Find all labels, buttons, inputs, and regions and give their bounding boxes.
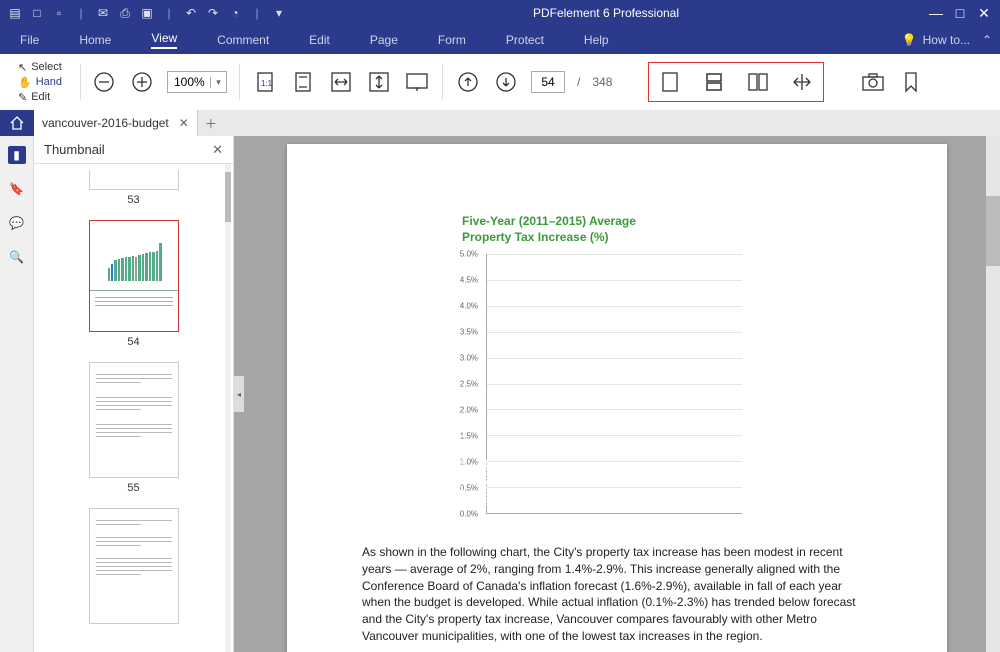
svg-text:1:1: 1:1 <box>261 79 273 88</box>
fit-width-button[interactable] <box>328 69 354 95</box>
body-paragraph: As shown in the following chart, the Cit… <box>362 544 872 645</box>
thumbnail-panel: Thumbnail ✕ 53 54 55 <box>34 136 234 652</box>
mail-icon[interactable]: ✉ <box>96 6 110 20</box>
thumbnail-title: Thumbnail <box>44 142 105 157</box>
menu-protect[interactable]: Protect <box>506 33 544 47</box>
zoom-input[interactable] <box>168 75 210 89</box>
edit-tool[interactable]: ✎Edit <box>18 91 80 104</box>
document-tab[interactable]: vancouver-2016-budget ✕ <box>34 110 198 136</box>
menu-view[interactable]: View <box>151 31 177 49</box>
save-icon[interactable]: ▣ <box>140 6 154 20</box>
more-icon[interactable]: ▾ <box>272 6 286 20</box>
menu-file[interactable]: File <box>20 33 39 47</box>
hand-icon: ✋ <box>18 76 32 89</box>
undo-icon[interactable]: ↶ <box>184 6 198 20</box>
maximize-icon[interactable]: □ <box>950 5 970 22</box>
viewer-scrollbar[interactable] <box>986 136 1000 652</box>
chart-title-2: Property Tax Increase (%) <box>462 230 872 244</box>
title-bar: ▤ □ ▫ | ✉ ⎙ ▣ | ↶ ↷ ◔ | ▾ PDFelement 6 P… <box>0 0 1000 26</box>
left-sidebar: ▮ 🔖 💬 🔍 <box>0 136 34 652</box>
thumbnail-55[interactable]: 55 <box>34 362 233 494</box>
thumbnail-close-icon[interactable]: ✕ <box>212 142 223 158</box>
search-panel-icon[interactable]: 🔍 <box>8 248 26 266</box>
menu-bar: File Home View Comment Edit Page Form Pr… <box>0 26 1000 54</box>
fit-page-button[interactable] <box>290 69 316 95</box>
snapshot-button[interactable] <box>860 69 886 95</box>
hand-tool[interactable]: ✋Hand <box>18 76 80 89</box>
new-file-icon[interactable]: □ <box>30 6 44 20</box>
panel-collapse-handle[interactable]: ◂ <box>234 376 244 412</box>
pencil-icon: ✎ <box>18 91 27 104</box>
view-toolbar: ↖Select ✋Hand ✎Edit ▾ 1:1 / 348 <box>0 54 1000 110</box>
continuous-button[interactable] <box>701 69 727 95</box>
open-icon[interactable]: ▫ <box>52 6 66 20</box>
thumbnail-panel-icon[interactable]: ▮ <box>8 146 26 164</box>
pdf-page: Five-Year (2011–2015) Average Property T… <box>287 144 947 652</box>
collapse-ribbon-icon[interactable]: ⌃ <box>982 33 992 47</box>
next-page-button[interactable] <box>493 69 519 95</box>
zoom-dropdown-icon[interactable]: ▾ <box>210 77 226 88</box>
close-icon[interactable]: ✕ <box>974 5 994 22</box>
select-tool[interactable]: ↖Select <box>18 61 80 74</box>
bookmark-panel-icon[interactable]: 🔖 <box>8 180 26 198</box>
bar-chart: 5.0%4.5%4.0%3.5%3.0%2.5%2.0%1.5%1.0%0.5%… <box>452 254 742 514</box>
fit-height-button[interactable] <box>366 69 392 95</box>
menu-home[interactable]: Home <box>79 33 111 47</box>
prev-page-button[interactable] <box>455 69 481 95</box>
bookmark-button[interactable] <box>898 69 924 95</box>
thumbnail-list[interactable]: 53 54 55 <box>34 164 233 652</box>
thumbnail-56[interactable] <box>34 508 233 624</box>
zoom-out-button[interactable] <box>91 69 117 95</box>
tab-title: vancouver-2016-budget <box>42 116 169 130</box>
menu-edit[interactable]: Edit <box>309 33 330 47</box>
actual-size-button[interactable]: 1:1 <box>252 69 278 95</box>
app-icon: ▤ <box>8 6 22 20</box>
tab-close-icon[interactable]: ✕ <box>179 116 189 130</box>
print-icon[interactable]: ⎙ <box>118 6 132 20</box>
thumbnail-scrollbar[interactable] <box>225 164 231 652</box>
document-viewer[interactable]: ◂ Five-Year (2011–2015) Average Property… <box>234 136 1000 652</box>
bulb-icon: 💡 <box>902 33 917 47</box>
page-sep: / <box>577 75 580 89</box>
minimize-icon[interactable]: — <box>926 5 946 22</box>
menu-help[interactable]: Help <box>584 33 609 47</box>
facing-button[interactable] <box>745 69 771 95</box>
comment-panel-icon[interactable]: 💬 <box>8 214 26 232</box>
cursor-icon: ↖ <box>18 61 27 74</box>
menu-page[interactable]: Page <box>370 33 398 47</box>
zoom-selector[interactable]: ▾ <box>167 71 227 93</box>
howto-link[interactable]: 💡 How to... <box>902 33 970 47</box>
chart-title-1: Five-Year (2011–2015) Average <box>462 214 872 228</box>
page-total: 348 <box>592 75 612 89</box>
menu-form[interactable]: Form <box>438 33 466 47</box>
redo-icon[interactable]: ↷ <box>206 6 220 20</box>
fullscreen-button[interactable] <box>404 69 430 95</box>
app-title: PDFelement 6 Professional <box>286 6 926 20</box>
thumbnail-54[interactable]: 54 <box>34 220 233 348</box>
document-tabstrip: vancouver-2016-budget ✕ ＋ <box>0 110 1000 136</box>
facing-continuous-button[interactable] <box>789 69 815 95</box>
thumbnail-53[interactable]: 53 <box>34 170 233 206</box>
page-number-input[interactable] <box>531 71 565 93</box>
start-tab[interactable] <box>0 110 34 136</box>
menu-comment[interactable]: Comment <box>217 33 269 47</box>
single-page-button[interactable] <box>657 69 683 95</box>
view-mode-group <box>648 62 824 102</box>
add-tab-button[interactable]: ＋ <box>198 115 224 132</box>
zoom-in-button[interactable] <box>129 69 155 95</box>
history-icon[interactable]: ◔ <box>228 6 242 20</box>
